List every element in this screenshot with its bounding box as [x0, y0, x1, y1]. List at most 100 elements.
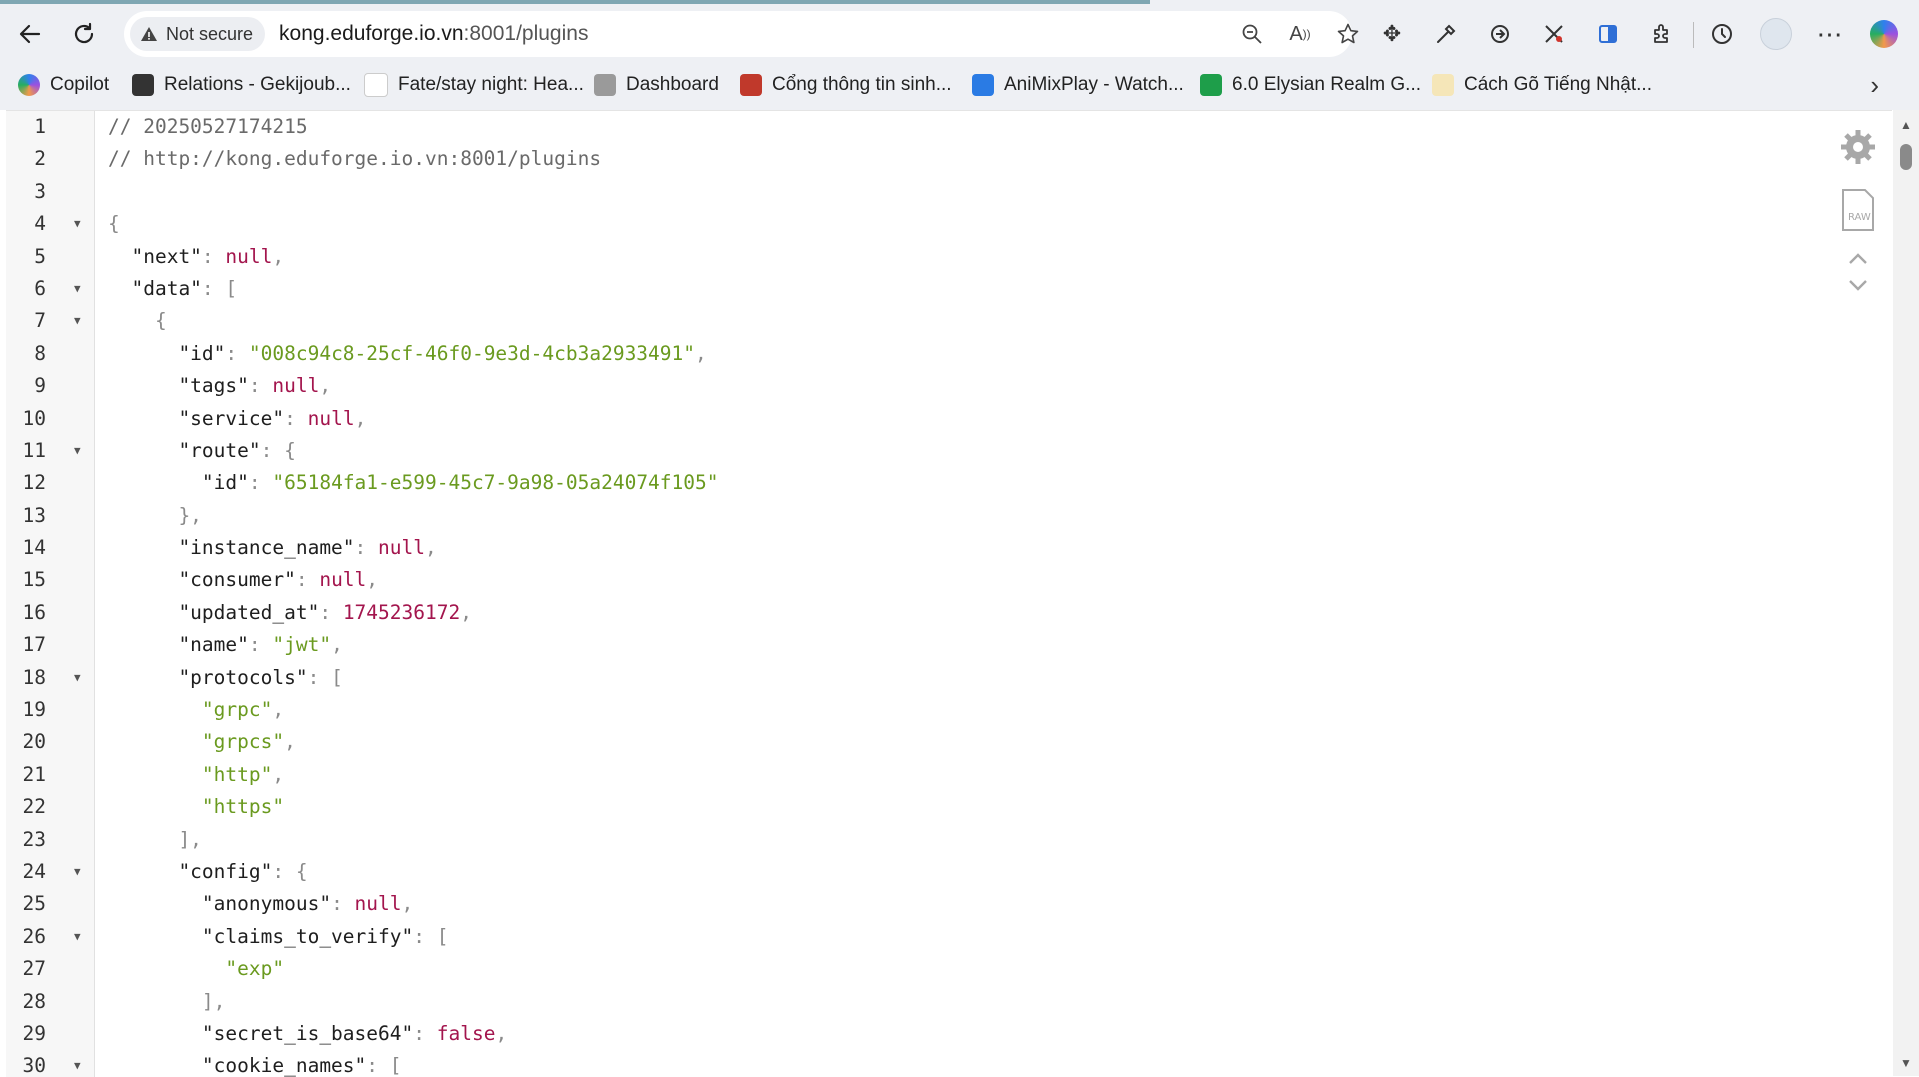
- tools-extension-icon[interactable]: [1536, 16, 1572, 52]
- line-number: 19: [22, 698, 46, 722]
- token: ,: [495, 1021, 508, 1045]
- token: null: [307, 406, 355, 430]
- code-line: 12 "id": "65184fa1-e599-45c7-9a98-05a240…: [6, 467, 1846, 499]
- line-number: 20: [22, 730, 46, 754]
- code-line: 26 ▼ "claims_to_verify": [: [6, 921, 1846, 953]
- line-number: 3: [34, 179, 46, 203]
- copilot-icon[interactable]: [1866, 16, 1902, 52]
- extension-move-icon[interactable]: ✥: [1374, 16, 1410, 52]
- bookmark-cach-go[interactable]: Cách Gõ Tiếng Nhật...: [1432, 68, 1652, 102]
- token: : {: [272, 859, 308, 883]
- fold-toggle-icon[interactable]: ▼: [74, 856, 81, 888]
- bookmark-elysian-realm[interactable]: 6.0 Elysian Realm G...: [1200, 68, 1421, 102]
- sync-extension-icon[interactable]: [1482, 16, 1518, 52]
- refresh-button[interactable]: [66, 16, 102, 52]
- scroll-thumb[interactable]: [1900, 144, 1912, 170]
- collapse-up-icon[interactable]: [1844, 249, 1872, 269]
- eyedropper-icon[interactable]: [1428, 16, 1464, 52]
- address-bar[interactable]: Not secure kong.eduforge.io.vn:8001/plug…: [124, 11, 1359, 57]
- token: "id": [108, 341, 226, 365]
- settings-gear-icon[interactable]: [1838, 127, 1878, 167]
- token: "anonymous": [108, 892, 332, 916]
- split-screen-icon[interactable]: [1590, 16, 1626, 52]
- code-line: 25 "anonymous": null,: [6, 888, 1846, 920]
- bookmark-label: Dashboard: [626, 74, 719, 95]
- line-number: 6: [34, 276, 46, 300]
- line-number: 24: [22, 859, 46, 883]
- url-text[interactable]: kong.eduforge.io.vn:8001/plugins: [279, 22, 588, 46]
- back-button[interactable]: [12, 16, 48, 52]
- line-number: 2: [34, 147, 46, 171]
- expand-down-icon[interactable]: [1844, 275, 1872, 295]
- zoom-icon[interactable]: [1236, 18, 1268, 50]
- profile-avatar[interactable]: [1758, 16, 1794, 52]
- fold-toggle-icon[interactable]: ▼: [74, 1050, 81, 1077]
- code-line: 19 "grpc",: [6, 694, 1846, 726]
- code-line: 9 "tags": null,: [6, 370, 1846, 402]
- json-viewer: 1 // 20250527174215 2 // http://kong.edufor…: [6, 110, 1892, 1077]
- film-favicon: [132, 74, 154, 96]
- line-content: "exp": [108, 953, 284, 985]
- token: :: [413, 1021, 437, 1045]
- token: // http://kong.eduforge.io.vn:8001/plugi…: [108, 147, 602, 171]
- scroll-up-arrow-icon[interactable]: ▲: [1899, 118, 1913, 132]
- history-icon[interactable]: [1704, 16, 1740, 52]
- token: {: [108, 309, 167, 333]
- bookmark-dashboard[interactable]: Dashboard: [594, 68, 719, 102]
- bookmark-label: Fate/stay night: Hea...: [398, 74, 584, 95]
- token: "grpc": [108, 698, 273, 722]
- token: ,: [272, 698, 285, 722]
- line-content: ],: [108, 824, 201, 856]
- token: // 20250527174215: [108, 115, 308, 138]
- line-number: 9: [34, 374, 46, 398]
- toolbar-divider: [1693, 22, 1694, 48]
- svg-text:RAW: RAW: [1848, 212, 1871, 223]
- vertical-scrollbar[interactable]: ▲ ▼: [1893, 110, 1919, 1076]
- token: :: [319, 600, 343, 624]
- fold-toggle-icon[interactable]: ▼: [74, 208, 81, 240]
- token: null: [319, 568, 367, 592]
- code-line: 1 // 20250527174215: [6, 111, 1846, 143]
- bookmark-label: 6.0 Elysian Realm G...: [1232, 74, 1422, 95]
- raw-view-icon[interactable]: RAW: [1840, 187, 1876, 233]
- token: :: [331, 892, 355, 916]
- fold-toggle-icon[interactable]: ▼: [74, 921, 81, 953]
- more-menu-icon[interactable]: ⋯: [1812, 16, 1848, 52]
- token: ],: [108, 989, 226, 1013]
- extensions-puzzle-icon[interactable]: [1644, 16, 1680, 52]
- bookmarks-overflow-chevron-icon[interactable]: ›: [1870, 68, 1879, 102]
- token: ,: [401, 892, 414, 916]
- code-line: 5 "next": null,: [6, 241, 1846, 273]
- token: ,: [425, 536, 437, 560]
- token: :: [295, 568, 320, 592]
- token: ,: [272, 762, 285, 786]
- fold-toggle-icon[interactable]: ▼: [74, 305, 81, 337]
- fold-toggle-icon[interactable]: ▼: [74, 662, 81, 694]
- line-content: // http://kong.eduforge.io.vn:8001/plugi…: [108, 143, 601, 175]
- code-line: 6 ▼ "data": [: [6, 273, 1846, 305]
- security-label: Not secure: [166, 23, 254, 44]
- token: ,: [460, 600, 472, 624]
- line-content: "grpcs",: [108, 726, 296, 758]
- line-content: {: [108, 305, 167, 337]
- bookmark-cong-thong-tin[interactable]: Cổng thông tin sinh...: [740, 68, 952, 102]
- token: : [: [413, 924, 449, 948]
- code-line: 27 "exp": [6, 953, 1846, 985]
- security-indicator[interactable]: Not secure: [130, 17, 266, 51]
- favorite-star-icon[interactable]: [1332, 18, 1364, 50]
- line-content: "anonymous": null,: [108, 888, 413, 920]
- token: "protocols": [108, 665, 308, 689]
- read-aloud-icon[interactable]: A)): [1284, 18, 1316, 50]
- line-content: "route": {: [108, 435, 296, 467]
- fold-toggle-icon[interactable]: ▼: [74, 273, 81, 305]
- bookmark-copilot[interactable]: Copilot: [18, 68, 109, 102]
- scroll-down-arrow-icon[interactable]: ▼: [1899, 1056, 1913, 1070]
- fold-toggle-icon[interactable]: ▼: [74, 435, 81, 467]
- bookmark-fate[interactable]: Fate/stay night: Hea...: [364, 68, 584, 102]
- line-number: 29: [22, 1021, 46, 1045]
- token: "008c94c8-25cf-46f0-9e3d-4cb3a2933491": [248, 341, 696, 365]
- bookmark-animixplay[interactable]: AniMixPlay - Watch...: [972, 68, 1184, 102]
- code-line: 18 ▼ "protocols": [: [6, 662, 1846, 694]
- token: : {: [260, 438, 296, 462]
- bookmark-relations[interactable]: Relations - Gekijoub...: [132, 68, 351, 102]
